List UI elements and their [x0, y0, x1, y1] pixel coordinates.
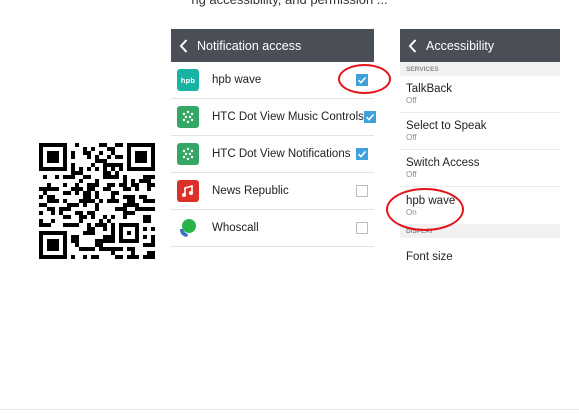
notification-access-appbar: Notification access — [171, 29, 374, 62]
highlight-circle-hpb-checkbox — [338, 64, 391, 94]
divider — [0, 409, 579, 410]
notification-access-screen: Notification access hpb hpb wave HTC Dot… — [171, 29, 376, 249]
setting-title: Font size — [406, 250, 453, 263]
accessibility-title: Accessibility — [426, 38, 495, 53]
setting-title: TalkBack — [406, 83, 453, 95]
highlight-circle-hpb-wave-setting — [386, 188, 464, 231]
accessibility-screen: Accessibility SERVICES TalkBack Off Sele… — [400, 29, 560, 269]
accessibility-appbar: Accessibility — [400, 29, 560, 62]
setting-select-to-speak[interactable]: Select to Speak Off — [400, 113, 560, 150]
setting-status: Off — [406, 133, 417, 142]
list-item-label: hpb wave — [212, 74, 262, 86]
checkbox-news-republic[interactable] — [356, 185, 368, 197]
list-item-label: News Republic — [212, 185, 289, 197]
list-item-htc-music-controls[interactable]: HTC Dot View Music Controls — [171, 99, 376, 136]
list-item-whoscall[interactable]: Whoscall — [171, 210, 374, 247]
whoscall-icon — [177, 217, 199, 239]
setting-title: Switch Access — [406, 157, 480, 169]
cropped-caption-text: ng accessibility, and permission ... — [0, 0, 579, 8]
list-item-label: HTC Dot View Music Controls — [212, 111, 364, 123]
news-republic-icon — [177, 180, 199, 202]
setting-talkback[interactable]: TalkBack Off — [400, 76, 560, 113]
setting-switch-access[interactable]: Switch Access Off — [400, 150, 560, 187]
list-item-label: HTC Dot View Notifications — [212, 148, 351, 160]
notification-access-title: Notification access — [197, 38, 302, 53]
checkbox-htc-music-controls[interactable] — [363, 111, 376, 123]
services-section-header: SERVICES — [400, 62, 560, 76]
setting-font-size[interactable]: Font size — [400, 238, 560, 275]
list-item-htc-notifications[interactable]: HTC Dot View Notifications — [171, 136, 374, 173]
qr-code — [39, 143, 155, 259]
setting-status: Off — [406, 170, 417, 179]
back-arrow-icon[interactable] — [177, 36, 189, 56]
setting-status: Off — [406, 96, 417, 105]
back-arrow-icon[interactable] — [406, 36, 418, 56]
setting-title: Select to Speak — [406, 120, 487, 132]
qr-code-image — [39, 143, 155, 259]
hpb-app-icon: hpb — [177, 69, 199, 91]
checkbox-htc-notifications[interactable] — [356, 148, 368, 160]
checkbox-whoscall[interactable] — [356, 222, 368, 234]
htc-dot-view-icon — [177, 143, 199, 165]
htc-dot-view-icon — [177, 106, 199, 128]
list-item-news-republic[interactable]: News Republic — [171, 173, 374, 210]
list-item-label: Whoscall — [212, 222, 259, 234]
